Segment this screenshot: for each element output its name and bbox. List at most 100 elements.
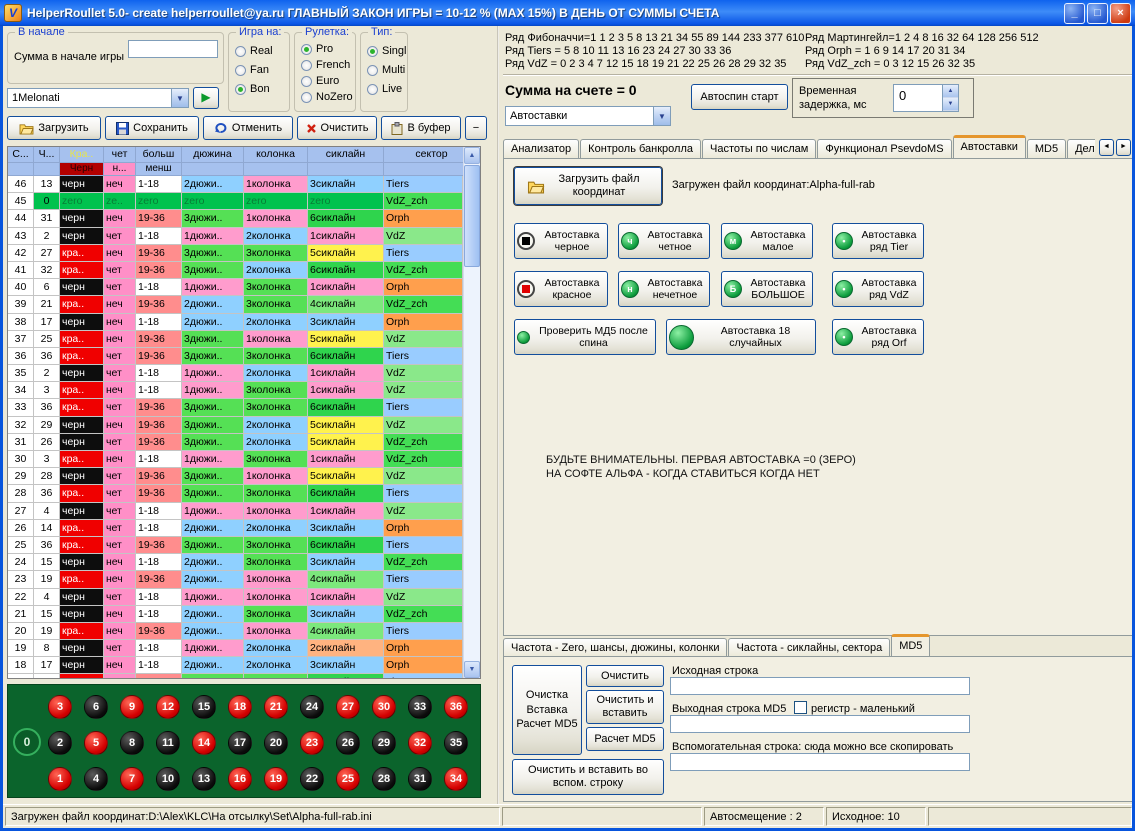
radio-fan[interactable]: Fan bbox=[235, 64, 269, 76]
table-row[interactable]: 2536кра..чет19-363дюжи..3колонка6сиклайн… bbox=[8, 537, 463, 554]
board-number-34[interactable]: 34 bbox=[444, 767, 468, 791]
table-row[interactable]: 2019кра..неч19-362дюжи..1колонка4сиклайн… bbox=[8, 623, 463, 640]
autobets-combobox-arrow-icon[interactable]: ▼ bbox=[653, 107, 670, 125]
col-header-sixline[interactable]: сиклайн bbox=[308, 147, 384, 163]
board-number-12[interactable]: 12 bbox=[156, 695, 180, 719]
autobet-even-button[interactable]: ч Автоставка четное bbox=[618, 223, 710, 259]
delay-spinner[interactable]: 0 ▲ ▼ bbox=[893, 84, 959, 112]
table-row[interactable]: 432чернчет1-181дюжи..2колонка1сиклайнVdZ bbox=[8, 228, 463, 245]
board-number-15[interactable]: 15 bbox=[192, 695, 216, 719]
table-row[interactable]: 1817черннеч1-182дюжи..2колонка3сиклайнOr… bbox=[8, 657, 463, 674]
subtab-md5[interactable]: MD5 bbox=[891, 634, 930, 656]
table-row[interactable]: 4431черннеч19-363дюжи..1колонка6сиклайнO… bbox=[8, 210, 463, 227]
table-row[interactable]: 406чернчет1-181дюжи..3колонка1сиклайнOrp… bbox=[8, 279, 463, 296]
table-row[interactable]: 2928чернчет19-363дюжи..1колонка5сиклайнV… bbox=[8, 468, 463, 485]
board-number-32[interactable]: 32 bbox=[408, 731, 432, 755]
tab-analizator[interactable]: Анализатор bbox=[503, 139, 579, 158]
maximize-button[interactable]: □ bbox=[1087, 3, 1108, 24]
output-string-input[interactable] bbox=[670, 715, 970, 733]
table-row[interactable]: 2319кра..неч19-362дюжи..1колонка4сиклайн… bbox=[8, 571, 463, 588]
board-number-10[interactable]: 10 bbox=[156, 767, 180, 791]
autobet-red-button[interactable]: Автоставка красное bbox=[514, 271, 608, 307]
table-row[interactable]: 2836кра..чет19-363дюжи..3колонка6сиклайн… bbox=[8, 485, 463, 502]
col-header-spin[interactable]: С... bbox=[8, 147, 34, 163]
table-row[interactable]: 198чернчет1-181дюжи..2колонка2сиклайнOrp… bbox=[8, 640, 463, 657]
radio-nozero[interactable]: NoZero bbox=[301, 91, 353, 103]
autobet-orf-button[interactable]: • Автоставка ряд Orf bbox=[832, 319, 924, 355]
table-row[interactable]: 1736кра..чет19-363дюжи..3колонка6сиклайн… bbox=[8, 674, 463, 679]
board-number-26[interactable]: 26 bbox=[336, 731, 360, 755]
radio-singl[interactable]: Singl bbox=[367, 45, 406, 57]
register-checkbox[interactable] bbox=[794, 701, 807, 714]
scroll-thumb[interactable] bbox=[464, 165, 480, 267]
table-row[interactable]: 4227кра..неч19-363дюжи..3колонка5сиклайн… bbox=[8, 245, 463, 262]
close-button[interactable]: × bbox=[1110, 3, 1131, 24]
md5-calc-button[interactable]: Расчет MD5 bbox=[586, 727, 664, 751]
radio-french[interactable]: French bbox=[301, 59, 350, 71]
col-header-parity[interactable]: чет bbox=[104, 147, 136, 163]
table-row[interactable]: 3725кра..неч19-363дюжи..1колонка5сиклайн… bbox=[8, 331, 463, 348]
board-number-21[interactable]: 21 bbox=[264, 695, 288, 719]
table-row[interactable]: 224чернчет1-181дюжи..1колонка1сиклайнVdZ bbox=[8, 589, 463, 606]
table-row[interactable]: 274чернчет1-181дюжи..1колонка1сиклайнVdZ bbox=[8, 503, 463, 520]
table-row[interactable]: 2415черннеч1-182дюжи..3колонка3сиклайнVd… bbox=[8, 554, 463, 571]
board-number-24[interactable]: 24 bbox=[300, 695, 324, 719]
table-row[interactable]: 2614кра..чет1-182дюжи..2колонка3сиклайнO… bbox=[8, 520, 463, 537]
board-number-33[interactable]: 33 bbox=[408, 695, 432, 719]
board-number-1[interactable]: 1 bbox=[48, 767, 72, 791]
scroll-down-icon[interactable]: ▼ bbox=[464, 661, 480, 678]
tabs-scroll-right-button[interactable]: ► bbox=[1116, 139, 1131, 156]
radio-multi[interactable]: Multi bbox=[367, 64, 405, 76]
to-buffer-button[interactable]: В буфер bbox=[381, 116, 461, 140]
md5-clear-paste-button[interactable]: Очистить и вставить bbox=[586, 690, 664, 724]
scroll-up-icon[interactable]: ▲ bbox=[464, 147, 480, 164]
table-row[interactable]: 3817черннеч1-182дюжи..2колонка3сиклайнOr… bbox=[8, 314, 463, 331]
board-number-18[interactable]: 18 bbox=[228, 695, 252, 719]
preset-combobox[interactable]: 1Melonati ▼ bbox=[7, 88, 189, 108]
col-header-number[interactable]: Ч... bbox=[34, 147, 60, 163]
board-zero[interactable]: 0 bbox=[13, 728, 41, 756]
board-number-36[interactable]: 36 bbox=[444, 695, 468, 719]
table-row[interactable]: 4613черннеч1-182дюжи..1колонка3сиклайнTi… bbox=[8, 176, 463, 193]
board-number-22[interactable]: 22 bbox=[300, 767, 324, 791]
tab-md5[interactable]: MD5 bbox=[1027, 139, 1066, 158]
table-row[interactable]: 3229черннеч19-363дюжи..2колонка5сиклайнV… bbox=[8, 417, 463, 434]
undo-button[interactable]: Отменить bbox=[203, 116, 293, 140]
autobets-combobox[interactable]: Автоставки ▼ bbox=[505, 106, 671, 126]
board-number-2[interactable]: 2 bbox=[48, 731, 72, 755]
table-row[interactable]: 3921кра..неч19-362дюжи..3колонка4сиклайн… bbox=[8, 296, 463, 313]
autospin-start-button[interactable]: Автоспин старт bbox=[691, 84, 788, 110]
board-number-20[interactable]: 20 bbox=[264, 731, 288, 755]
board-number-16[interactable]: 16 bbox=[228, 767, 252, 791]
table-row[interactable]: 303кра..неч1-181дюжи..3колонка1сиклайнVd… bbox=[8, 451, 463, 468]
register-checkbox-row[interactable]: регистр - маленький bbox=[794, 701, 915, 715]
radio-live[interactable]: Live bbox=[367, 83, 402, 95]
board-number-8[interactable]: 8 bbox=[120, 731, 144, 755]
load-button[interactable]: Загрузить bbox=[7, 116, 101, 140]
tab-bankroll-control[interactable]: Контроль банкролла bbox=[580, 139, 701, 158]
board-number-35[interactable]: 35 bbox=[444, 731, 468, 755]
autobet-high-button[interactable]: Б Автоставка БОЛЬШОЕ bbox=[721, 271, 813, 307]
table-row[interactable]: 4132кра..чет19-363дюжи..2колонка6сиклайн… bbox=[8, 262, 463, 279]
start-sum-input[interactable] bbox=[128, 40, 218, 58]
source-string-input[interactable] bbox=[670, 677, 970, 695]
board-number-5[interactable]: 5 bbox=[84, 731, 108, 755]
radio-bon[interactable]: Bon bbox=[235, 83, 270, 95]
board-number-13[interactable]: 13 bbox=[192, 767, 216, 791]
table-row[interactable]: 3126чернчет19-363дюжи..2колонка5сиклайнV… bbox=[8, 434, 463, 451]
autobet-black-button[interactable]: Автоставка черное bbox=[514, 223, 608, 259]
board-number-11[interactable]: 11 bbox=[156, 731, 180, 755]
board-number-29[interactable]: 29 bbox=[372, 731, 396, 755]
tab-division[interactable]: Делени bbox=[1067, 139, 1095, 158]
board-number-25[interactable]: 25 bbox=[336, 767, 360, 791]
clear-button[interactable]: Очистить bbox=[297, 116, 377, 140]
save-button[interactable]: Сохранить bbox=[105, 116, 199, 140]
board-number-27[interactable]: 27 bbox=[336, 695, 360, 719]
spinner-down-icon[interactable]: ▼ bbox=[943, 98, 958, 111]
minus-button[interactable]: − bbox=[465, 116, 487, 140]
board-number-30[interactable]: 30 bbox=[372, 695, 396, 719]
table-row[interactable]: 352чернчет1-181дюжи..2колонка1сиклайнVdZ bbox=[8, 365, 463, 382]
table-row[interactable]: 3336кра..чет19-363дюжи..3колонка6сиклайн… bbox=[8, 399, 463, 416]
board-number-23[interactable]: 23 bbox=[300, 731, 324, 755]
board-number-19[interactable]: 19 bbox=[264, 767, 288, 791]
